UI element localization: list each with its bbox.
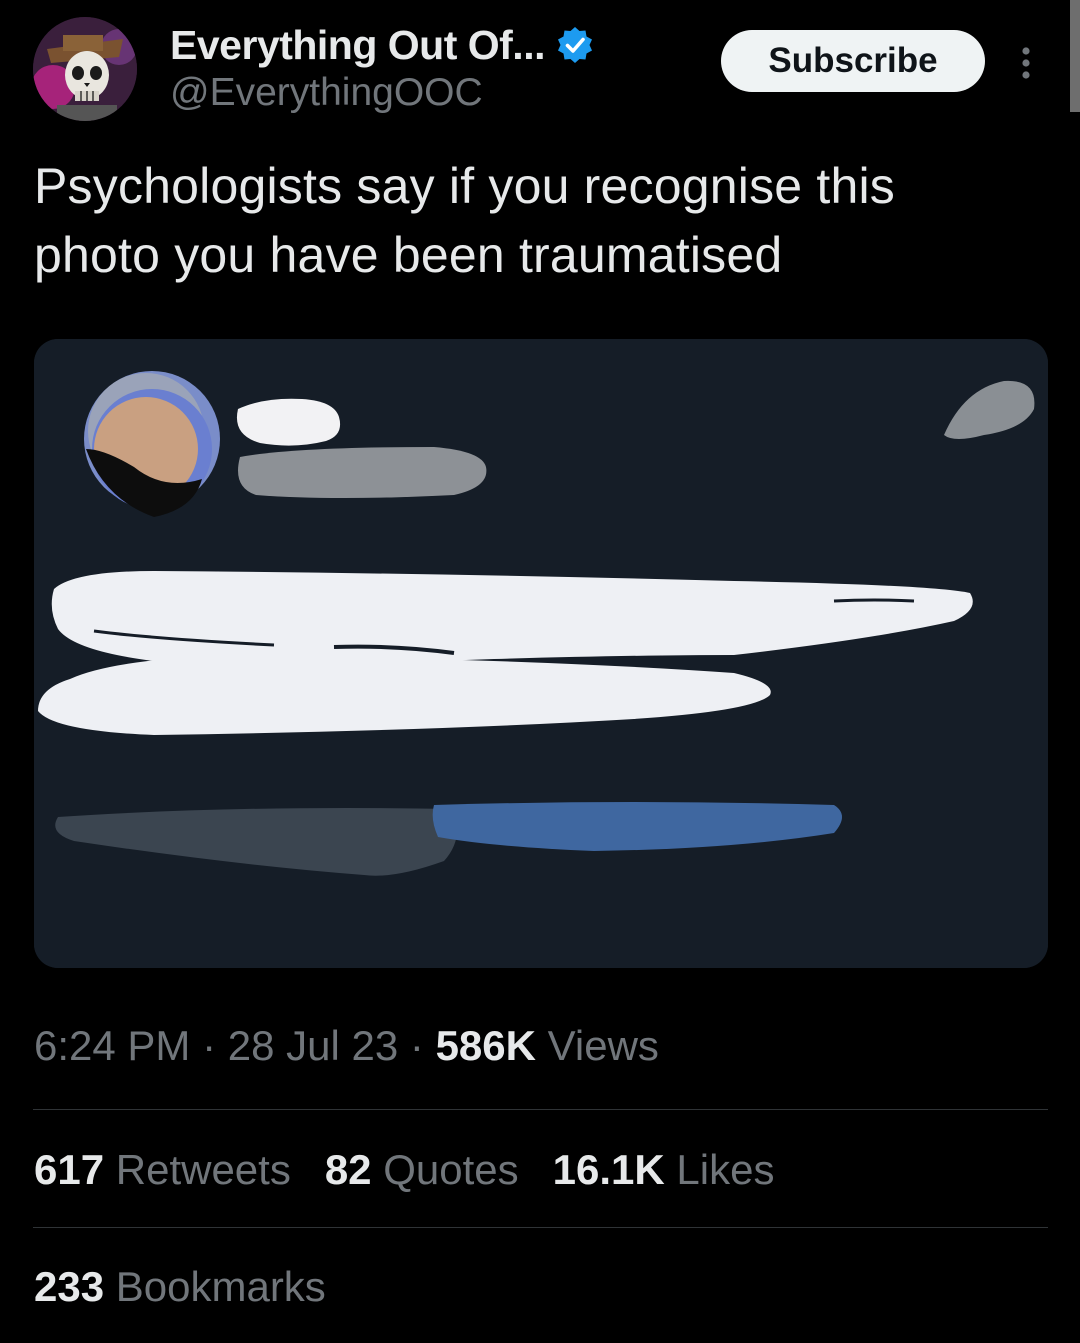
retweets-count: 617 bbox=[34, 1146, 105, 1193]
meta-separator: · bbox=[202, 1022, 217, 1069]
tweet-header: Everything Out Of... @EverythingOOC Subs… bbox=[33, 17, 1048, 127]
skull-avatar-icon bbox=[33, 17, 137, 121]
views-count: 586K bbox=[435, 1022, 536, 1069]
name-row[interactable]: Everything Out Of... bbox=[170, 19, 595, 71]
tweet-text: Psychologists say if you recognise this … bbox=[34, 158, 895, 283]
avatar[interactable] bbox=[33, 17, 137, 121]
author-handle[interactable]: @EverythingOOC bbox=[170, 71, 483, 115]
display-name[interactable]: Everything Out Of... bbox=[170, 22, 545, 69]
divider bbox=[33, 1227, 1048, 1228]
quotes-count: 82 bbox=[324, 1146, 372, 1193]
more-vertical-icon[interactable] bbox=[1011, 43, 1041, 83]
engagement-stats: 617 Retweets 82 Quotes 16.1K Likes bbox=[34, 1146, 808, 1194]
likes-stat[interactable]: 16.1K Likes bbox=[553, 1146, 775, 1194]
scribbled-drawing-image bbox=[34, 339, 1048, 968]
retweets-stat[interactable]: 617 Retweets bbox=[34, 1146, 291, 1194]
tweet-time[interactable]: 6:24 PM bbox=[34, 1022, 190, 1069]
quotes-stat[interactable]: 82 Quotes bbox=[325, 1146, 519, 1194]
meta-separator: · bbox=[409, 1022, 424, 1069]
retweets-label: Retweets bbox=[115, 1146, 291, 1193]
tweet-date[interactable]: 28 Jul 23 bbox=[228, 1022, 398, 1069]
bookmarks-stat[interactable]: 233 Bookmarks bbox=[34, 1263, 326, 1311]
bookmarks-count: 233 bbox=[34, 1263, 105, 1310]
divider bbox=[33, 1109, 1048, 1110]
verified-badge-icon bbox=[557, 27, 592, 63]
bookmarks-label: Bookmarks bbox=[115, 1263, 326, 1310]
tweet-meta: 6:24 PM · 28 Jul 23 · 586K Views bbox=[34, 1022, 659, 1070]
subscribe-button[interactable]: Subscribe bbox=[721, 30, 985, 92]
views-label: Views bbox=[547, 1022, 659, 1069]
tweet-image[interactable] bbox=[34, 339, 1048, 968]
likes-count: 16.1K bbox=[552, 1146, 665, 1193]
quotes-label: Quotes bbox=[383, 1146, 519, 1193]
likes-label: Likes bbox=[676, 1146, 775, 1193]
scrollbar[interactable] bbox=[1070, 0, 1080, 112]
